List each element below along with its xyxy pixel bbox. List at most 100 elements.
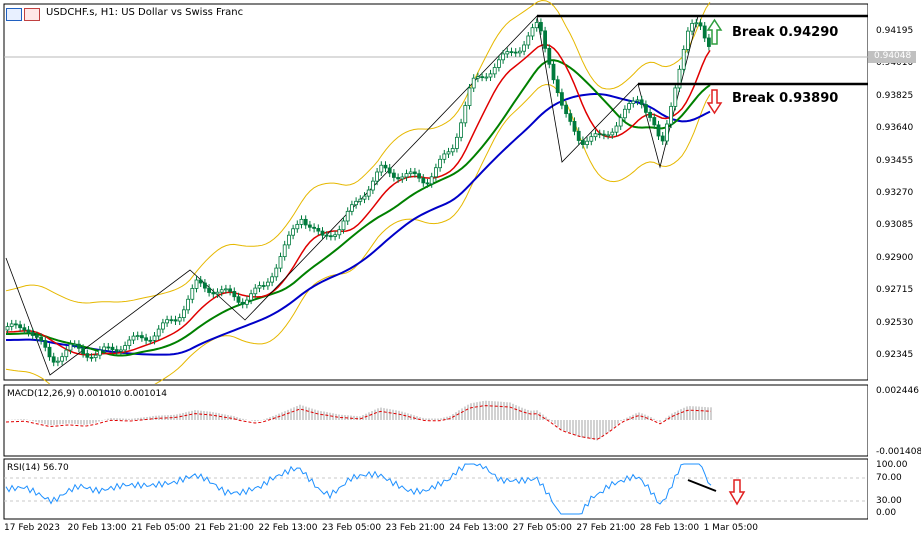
candle-body [518, 50, 522, 54]
time-tick: 28 Feb 13:00 [640, 523, 700, 533]
candle-body [98, 349, 102, 356]
candle-body [576, 130, 581, 141]
candle-body [261, 285, 266, 287]
rsi-tick-100: 100.00 [876, 460, 908, 470]
candle-body [589, 136, 594, 142]
candle-body [429, 176, 434, 185]
candle-body [606, 134, 610, 137]
candle-body [102, 346, 106, 351]
price-tick: 0.92715 [876, 285, 914, 296]
price-tick: 0.93825 [876, 90, 914, 101]
candle-body [316, 227, 321, 232]
candle-body [665, 123, 669, 142]
candle-body [454, 136, 459, 149]
candle-body [257, 285, 262, 289]
candle-body [85, 353, 90, 358]
candle-body [81, 347, 85, 355]
macd-pane[interactable]: MACD(12,26,9) 0.001010 0.001014 [0, 384, 868, 458]
candle-body [299, 218, 304, 225]
candle-body [240, 301, 245, 305]
candle-body [9, 323, 14, 327]
candle-body [660, 135, 665, 142]
candle-body [228, 288, 233, 292]
candle-body [635, 99, 640, 102]
candle-body [501, 53, 506, 61]
candle-body [639, 99, 644, 105]
candle-body [421, 177, 426, 184]
candle-body [547, 47, 552, 65]
candle-body [77, 343, 81, 349]
candle-body [652, 117, 657, 126]
candle-body [383, 164, 388, 169]
candle-body [690, 22, 694, 32]
candle-body [656, 124, 661, 137]
candle-body [425, 182, 430, 185]
bars-icon [6, 8, 22, 21]
time-tick: 21 Feb 21:00 [194, 523, 254, 533]
price-axis[interactable]: 0.94195 0.94010 0.93825 0.93640 0.93455 0.932… [868, 0, 921, 384]
candle-body [341, 220, 346, 231]
annotation-lower: Break 0.93890 [732, 91, 839, 106]
candle-body [232, 291, 237, 298]
candle-body [375, 171, 380, 182]
candle-body [60, 356, 64, 362]
candle-body [26, 329, 31, 333]
rsi-axis: 100.00 70.00 30.00 0.00 [868, 458, 921, 520]
current-price-label: 0.94048 [874, 51, 912, 61]
candle-body [119, 349, 123, 352]
candle-body [379, 164, 384, 173]
candle-body [278, 256, 283, 269]
candle-body [400, 176, 405, 180]
candle-body [345, 210, 350, 222]
candle-body [366, 189, 371, 197]
candle-body [89, 356, 94, 359]
candle-body [627, 103, 631, 110]
candle-body [463, 105, 468, 124]
price-pane[interactable]: USDCHF.s, H1: US Dollar vs Swiss Franc B… [0, 0, 868, 384]
candle-body [358, 198, 363, 202]
candle-body [165, 319, 170, 324]
candle-body [488, 73, 493, 78]
candle-body [51, 356, 56, 363]
time-tick: 20 Feb 13:00 [67, 523, 127, 533]
candle-body [686, 30, 690, 50]
candle-body [484, 76, 489, 79]
candle-body [391, 172, 396, 178]
candle-body [694, 22, 699, 25]
time-axis[interactable]: 17 Feb 2023 20 Feb 13:00 21 Feb 05:00 21 Fe… [0, 520, 921, 541]
candle-body [614, 125, 619, 133]
candle-body [702, 25, 707, 39]
candle-body [610, 131, 615, 136]
candle-body [669, 105, 673, 125]
rsi-pane[interactable]: RSI(14) 56.70 [0, 458, 868, 520]
candle-body [127, 339, 132, 346]
candle-body [39, 336, 43, 341]
candle-body [160, 322, 165, 330]
candle-body [244, 299, 249, 305]
candle-body [387, 167, 392, 174]
candle-body [534, 22, 539, 29]
candle-body [602, 133, 606, 136]
rsi-tick-70: 70.00 [876, 473, 902, 483]
candle-body [148, 339, 153, 342]
candle-body [173, 319, 178, 322]
candle-body [408, 171, 413, 175]
candle-body [186, 298, 191, 311]
candle-body [47, 346, 52, 358]
price-tick: 0.92345 [876, 350, 914, 360]
candle-body [539, 22, 543, 32]
candle-body [581, 140, 585, 145]
macd-axis: 0.002446 -0.001408 [868, 384, 921, 458]
time-tick: 17 Feb 2023 [4, 523, 61, 533]
candle-body [156, 328, 161, 337]
candle-body [560, 92, 564, 106]
candle-body [522, 44, 526, 52]
candle-body [291, 228, 296, 236]
candle-body [492, 67, 497, 75]
candle-body [568, 113, 573, 122]
candle-body [564, 104, 568, 115]
candle-body [215, 291, 220, 295]
candle-body [22, 327, 27, 331]
candle-body [644, 104, 648, 113]
candle-body [362, 195, 367, 200]
